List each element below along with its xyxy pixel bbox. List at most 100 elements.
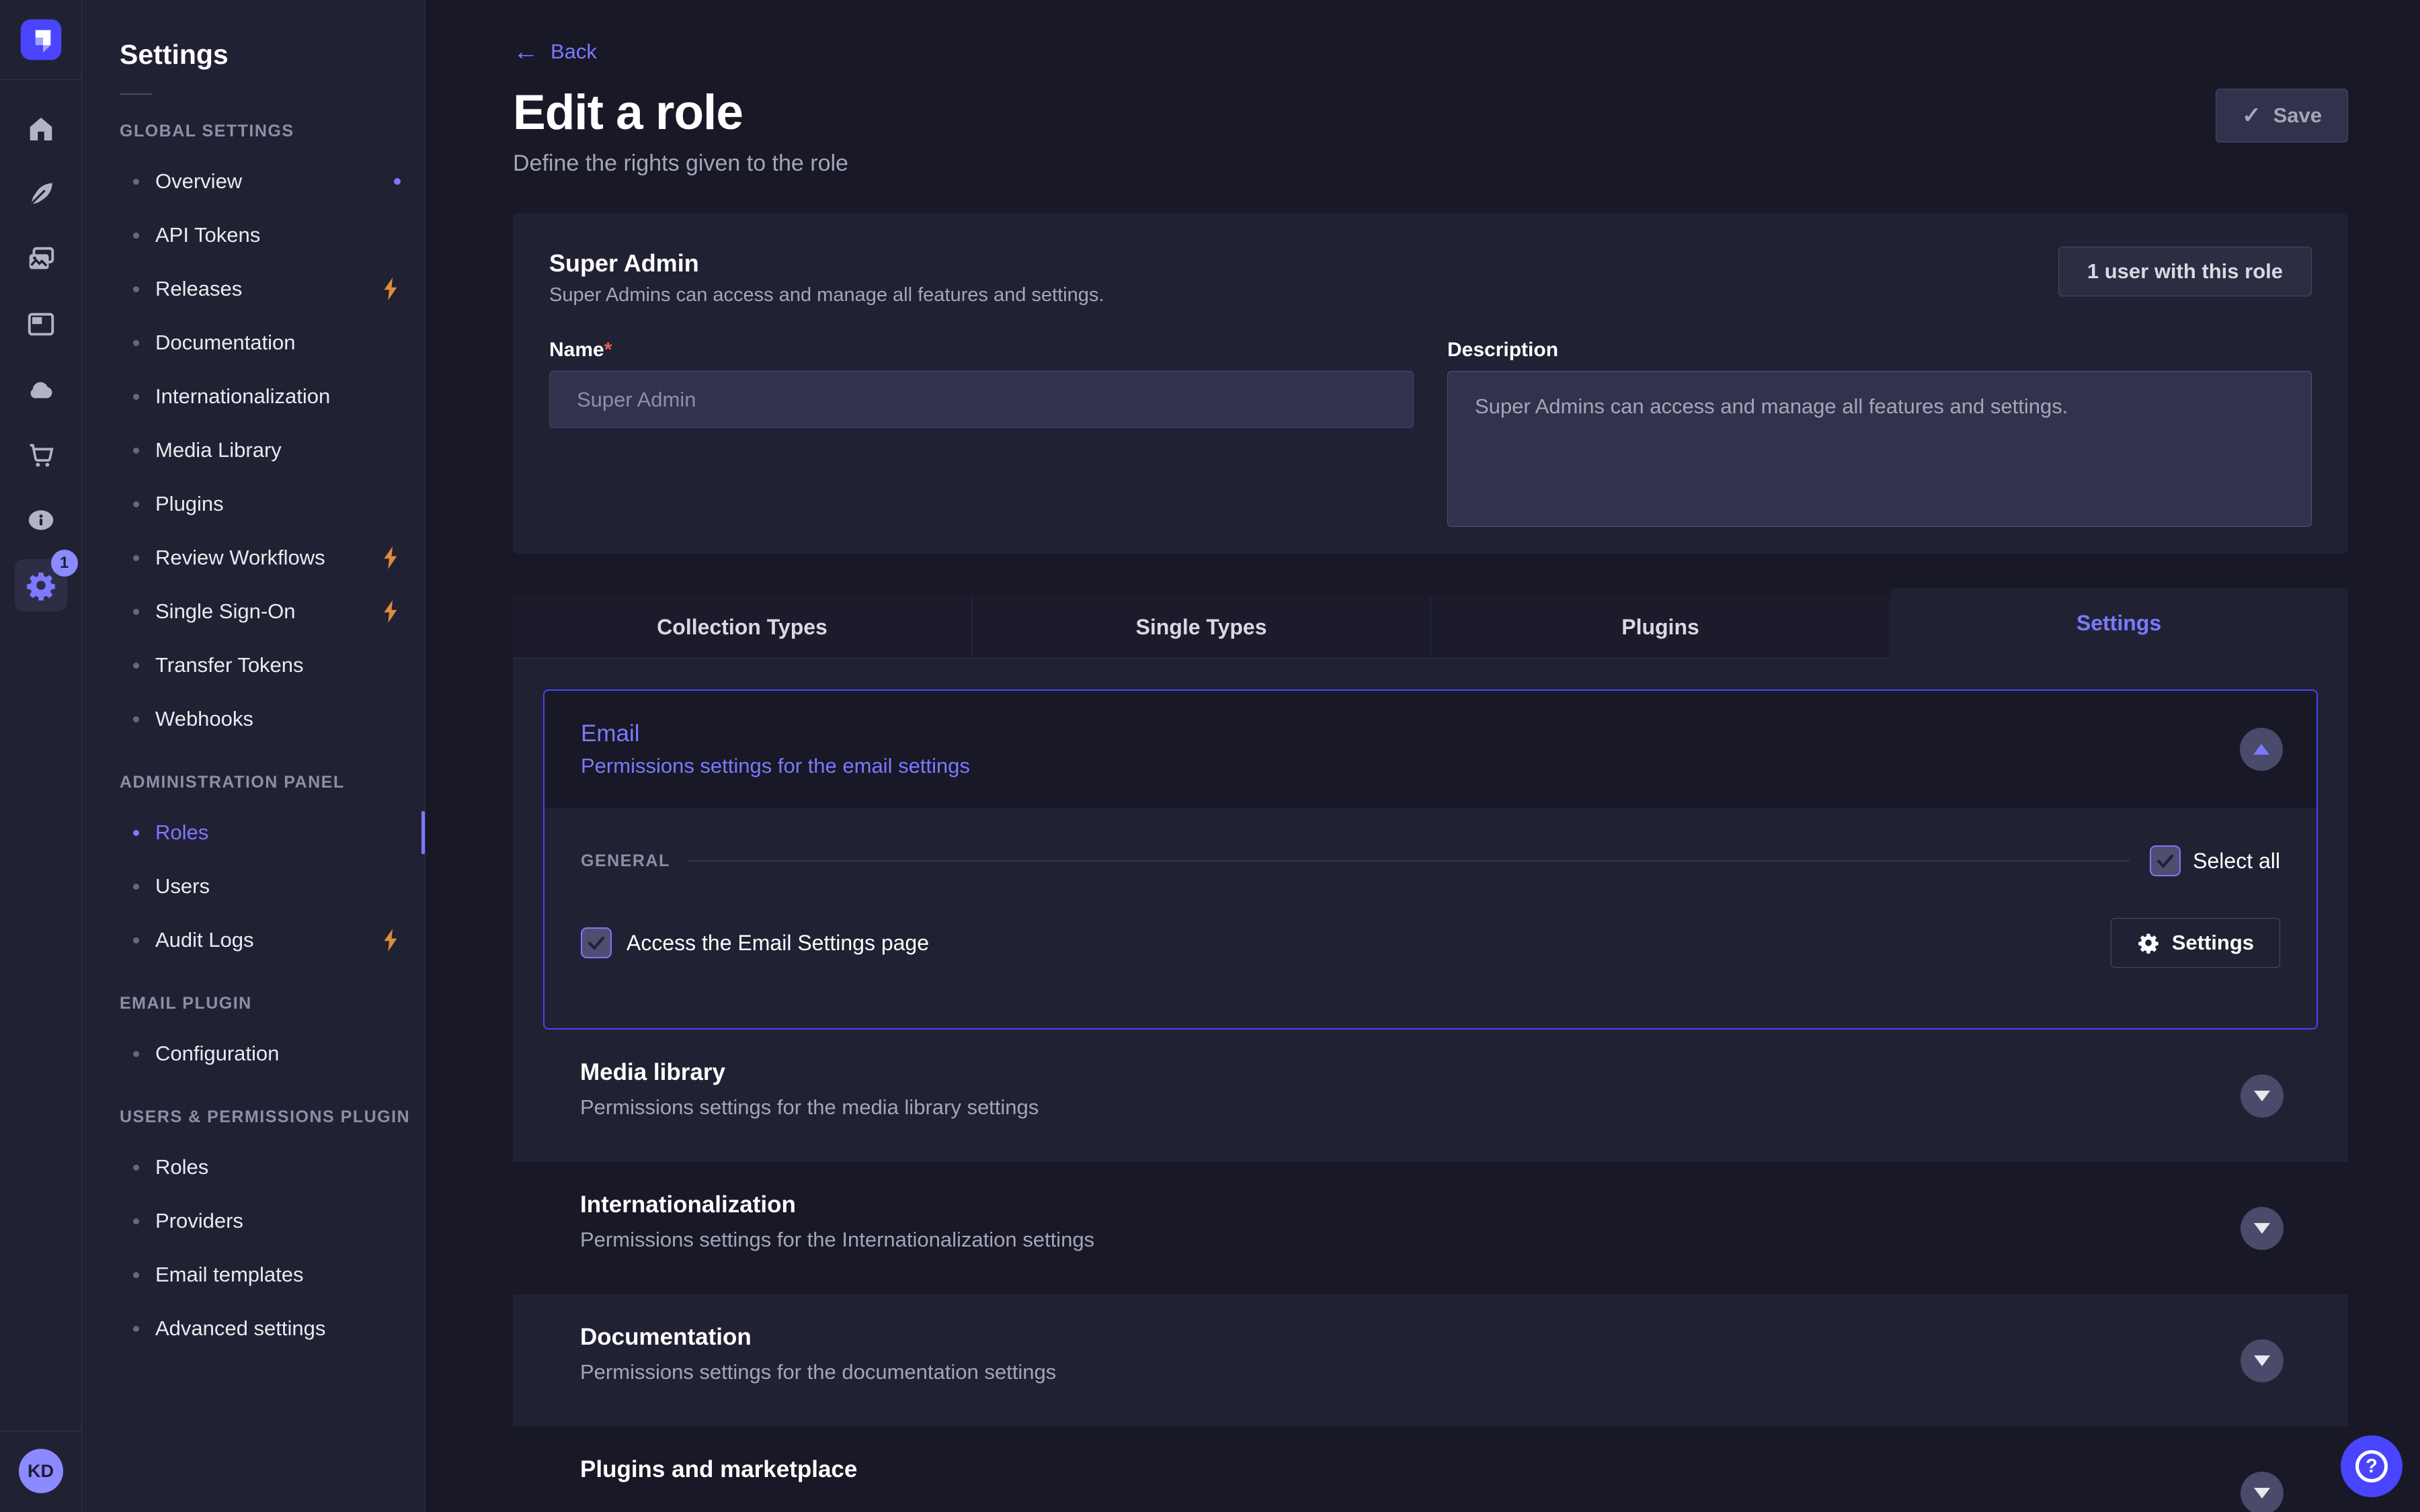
access-email-settings-checkbox[interactable]: [581, 927, 612, 958]
bullet-icon: [133, 179, 139, 185]
permission-label: Access the Email Settings page: [627, 931, 929, 956]
sidebar-item-configuration[interactable]: Configuration: [82, 1027, 425, 1081]
bullet-icon: [133, 1272, 139, 1278]
expand-button[interactable]: [2241, 1075, 2284, 1118]
chevron-down-icon: [2254, 1488, 2270, 1499]
expand-button[interactable]: [2241, 1472, 2284, 1512]
sidebar-item-users[interactable]: Users: [82, 859, 425, 913]
sidebar-item-plugins[interactable]: Plugins: [82, 477, 425, 531]
cart-icon[interactable]: [8, 422, 73, 487]
general-group-label: GENERAL: [581, 851, 670, 871]
bullet-icon: [133, 286, 139, 292]
settings-nav-item[interactable]: 1: [8, 552, 73, 618]
documentation-section[interactable]: Documentation Permissions settings for t…: [513, 1294, 2348, 1427]
cloud-icon[interactable]: [8, 357, 73, 422]
section-subtitle: Permissions settings for the Internation…: [580, 1228, 2314, 1252]
strapi-logo[interactable]: [19, 17, 63, 62]
plugins-marketplace-section[interactable]: Plugins and marketplace: [513, 1427, 2348, 1512]
sidebar-item-webhooks[interactable]: Webhooks: [82, 692, 425, 746]
sidebar-item-label: Review Workflows: [155, 546, 325, 570]
sidebar-item-label: Providers: [155, 1209, 243, 1233]
sidebar-item-roles-admin[interactable]: Roles: [82, 806, 425, 859]
bullet-icon: [133, 609, 139, 615]
email-accordion-title: Email: [581, 720, 2283, 747]
sidebar-item-transfer-tokens[interactable]: Transfer Tokens: [82, 638, 425, 692]
section-email-plugin: EMAIL PLUGIN Configuration: [82, 994, 425, 1081]
save-button[interactable]: ✓ Save: [2216, 89, 2348, 142]
sidebar-item-providers[interactable]: Providers: [82, 1194, 425, 1248]
home-icon[interactable]: [8, 96, 73, 161]
sidebar-item-roles-up[interactable]: Roles: [82, 1140, 425, 1194]
required-asterisk: *: [604, 339, 612, 361]
help-button[interactable]: ?: [2341, 1435, 2403, 1497]
sidebar-item-email-templates[interactable]: Email templates: [82, 1248, 425, 1302]
expand-button[interactable]: [2241, 1339, 2284, 1382]
page-title: Edit a role: [513, 85, 743, 140]
bullet-icon: [133, 884, 139, 890]
collapse-button[interactable]: [2240, 728, 2283, 771]
sidebar-title: Settings: [82, 0, 425, 71]
settings-sidebar: Settings GLOBAL SETTINGS Overview API To…: [82, 0, 426, 1512]
permissions-tabs: Collection Types Single Types Plugins Se…: [513, 587, 2348, 659]
bullet-icon: [133, 937, 139, 943]
media-library-section[interactable]: Media library Permissions settings for t…: [513, 1030, 2348, 1162]
users-with-role-button[interactable]: 1 user with this role: [2058, 247, 2312, 296]
bullet-icon: [133, 394, 139, 400]
sidebar-item-label: Documentation: [155, 331, 296, 355]
tab-settings[interactable]: Settings: [1890, 587, 2348, 659]
bullet-icon: [133, 1051, 139, 1057]
sidebar-item-review-workflows[interactable]: Review Workflows: [82, 531, 425, 585]
bullet-icon: [133, 1326, 139, 1332]
divider: [688, 860, 2130, 862]
sidebar-item-audit-logs[interactable]: Audit Logs: [82, 913, 425, 967]
bullet-icon: [133, 716, 139, 722]
bullet-icon: [133, 340, 139, 346]
section-title: Documentation: [580, 1324, 2314, 1351]
bullet-icon: [133, 1165, 139, 1171]
section-label: USERS & PERMISSIONS PLUGIN: [82, 1107, 425, 1127]
media-icon[interactable]: [8, 226, 73, 292]
email-accordion-header[interactable]: Email Permissions settings for the email…: [544, 691, 2316, 808]
chevron-down-icon: [2254, 1091, 2270, 1101]
back-label: Back: [551, 40, 597, 64]
section-global-settings: GLOBAL SETTINGS Overview API Tokens Rele…: [82, 122, 425, 746]
sidebar-item-single-sign-on[interactable]: Single Sign-On: [82, 585, 425, 638]
chevron-down-icon: [2254, 1355, 2270, 1366]
email-accordion-subtitle: Permissions settings for the email setti…: [581, 754, 2283, 778]
sidebar-item-label: Internationalization: [155, 384, 330, 409]
divider: [120, 93, 152, 95]
section-title: Media library: [580, 1059, 2314, 1086]
tab-single-types[interactable]: Single Types: [971, 597, 1430, 659]
sidebar-item-api-tokens[interactable]: API Tokens: [82, 208, 425, 262]
sidebar-item-advanced-settings[interactable]: Advanced settings: [82, 1302, 425, 1355]
back-link[interactable]: ← Back: [513, 39, 2348, 65]
sidebar-item-label: Single Sign-On: [155, 599, 296, 624]
sidebar-item-media-library[interactable]: Media Library: [82, 423, 425, 477]
section-label: ADMINISTRATION PANEL: [82, 773, 425, 792]
section-label: GLOBAL SETTINGS: [82, 122, 425, 141]
settings-button-label: Settings: [2172, 931, 2254, 955]
layout-icon[interactable]: [8, 292, 73, 357]
lightning-icon: [380, 277, 401, 301]
sidebar-item-label: API Tokens: [155, 223, 260, 247]
tab-plugins[interactable]: Plugins: [1430, 597, 1890, 659]
bullet-icon: [133, 233, 139, 239]
name-label: Name*: [549, 339, 612, 361]
tab-collection-types[interactable]: Collection Types: [513, 597, 971, 659]
email-settings-button[interactable]: Settings: [2111, 918, 2280, 968]
sidebar-item-documentation[interactable]: Documentation: [82, 316, 425, 370]
info-icon[interactable]: [8, 487, 73, 552]
sidebar-item-overview[interactable]: Overview: [82, 155, 425, 208]
avatar[interactable]: KD: [19, 1449, 63, 1493]
sidebar-item-releases[interactable]: Releases: [82, 262, 425, 316]
expand-button[interactable]: [2241, 1207, 2284, 1250]
name-input[interactable]: [549, 371, 1414, 428]
select-all-checkbox[interactable]: [2150, 845, 2181, 876]
sidebar-item-internationalization[interactable]: Internationalization: [82, 370, 425, 423]
internationalization-section[interactable]: Internationalization Permissions setting…: [513, 1162, 2348, 1294]
description-input[interactable]: Super Admins can access and manage all f…: [1447, 371, 2312, 527]
main-content: ← Back Edit a role ✓ Save Define the rig…: [426, 0, 2420, 1512]
feather-icon[interactable]: [8, 161, 73, 226]
select-all-label: Select all: [2193, 849, 2280, 874]
bullet-icon: [133, 448, 139, 454]
